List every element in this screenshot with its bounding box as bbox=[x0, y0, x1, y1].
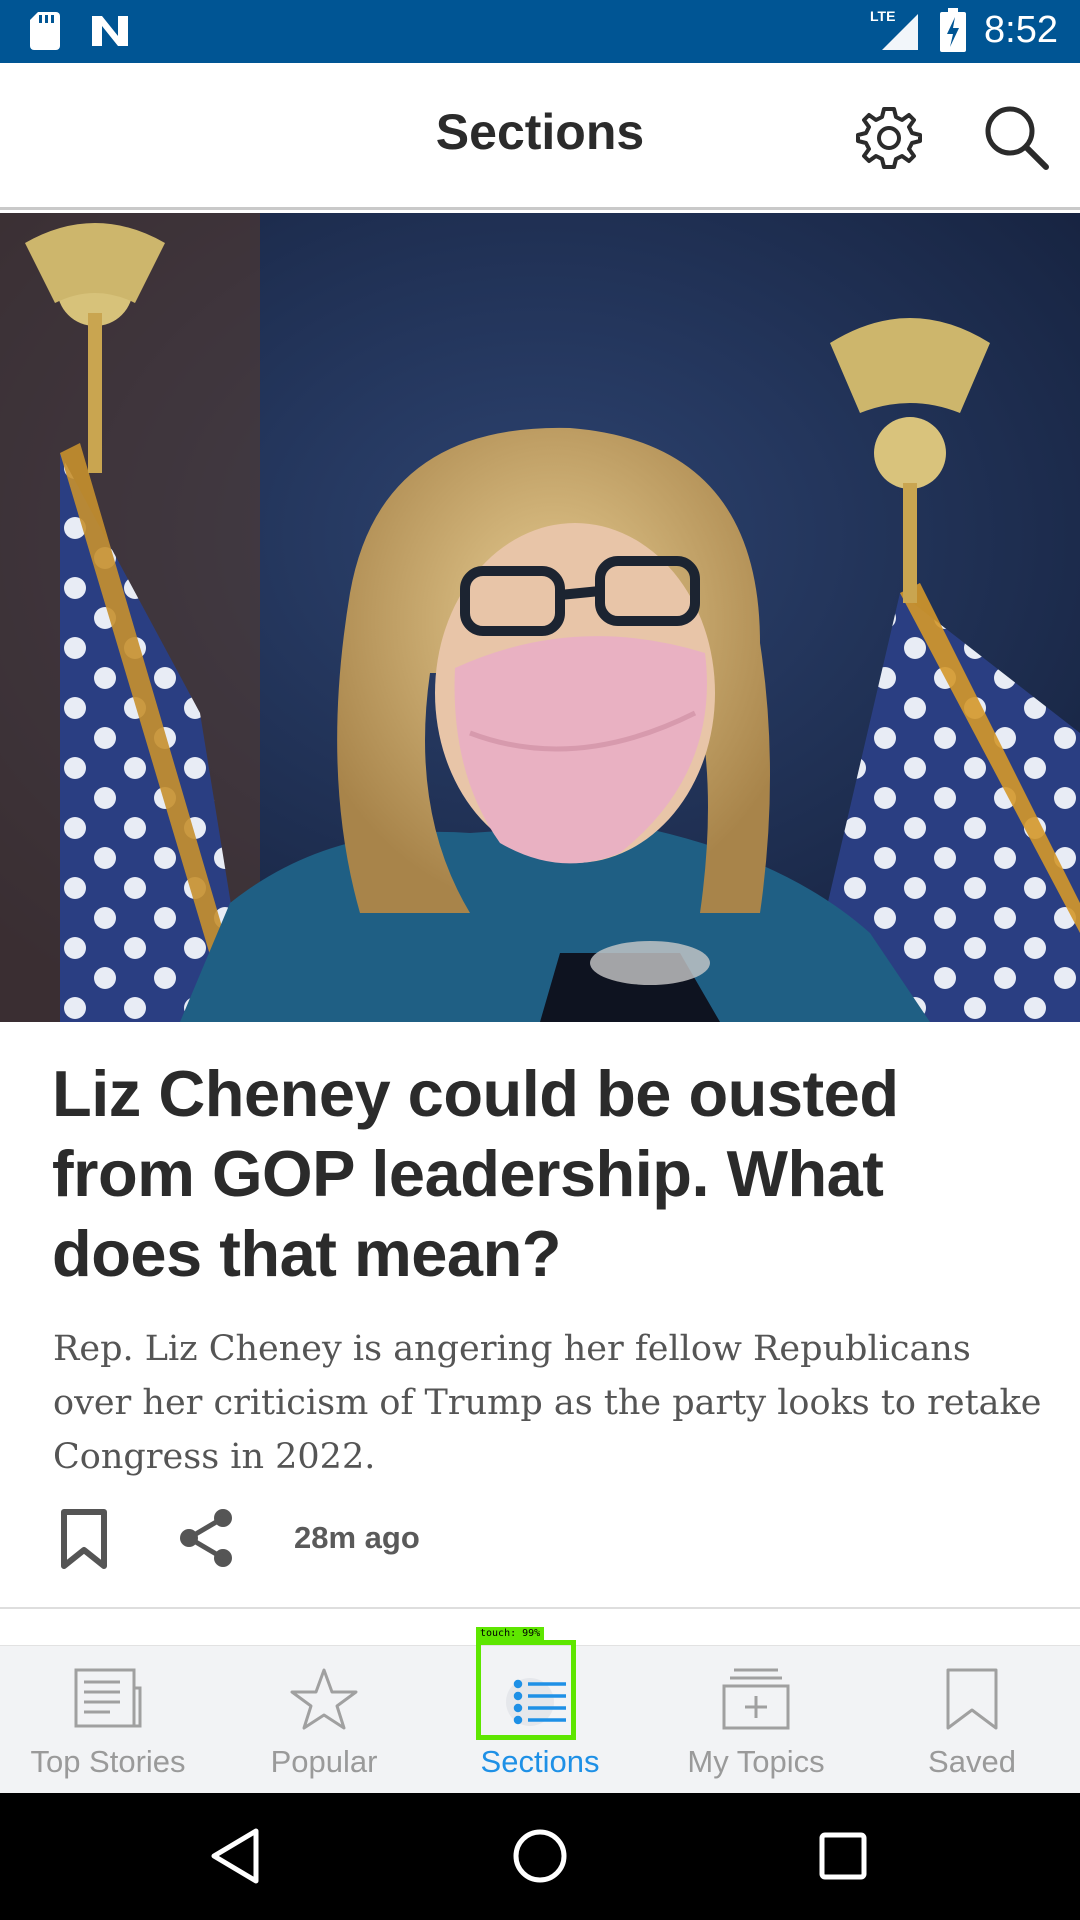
lte-signal-icon: LTE bbox=[870, 8, 922, 52]
clock: 8:52 bbox=[984, 8, 1058, 51]
back-icon[interactable] bbox=[200, 1821, 270, 1891]
nav-label: My Topics bbox=[687, 1744, 825, 1779]
share-button[interactable] bbox=[175, 1506, 239, 1570]
nav-label: Popular bbox=[270, 1744, 378, 1779]
screen: LTE 8:52 Sections Liz Cheney could be ou… bbox=[0, 0, 1080, 1920]
nav-my-topics[interactable]: My Topics bbox=[648, 1646, 864, 1794]
bookmark-button[interactable] bbox=[56, 1508, 112, 1572]
recents-icon[interactable] bbox=[808, 1821, 878, 1891]
system-nav-bar bbox=[0, 1793, 1080, 1920]
touch-indicator-box bbox=[476, 1640, 576, 1740]
article-summary[interactable]: Rep. Liz Cheney is angering her fellow R… bbox=[53, 1322, 1043, 1484]
home-icon[interactable] bbox=[505, 1821, 575, 1891]
article-timestamp: 28m ago bbox=[294, 1520, 420, 1555]
battery-charging-icon bbox=[940, 8, 967, 52]
touch-indicator-label: touch: 99% bbox=[476, 1627, 545, 1641]
divider bbox=[0, 1607, 1080, 1609]
search-icon bbox=[985, 106, 1049, 170]
app-bar: Sections bbox=[0, 63, 1080, 210]
article-meta: 28m ago bbox=[0, 1502, 1080, 1572]
newspaper-icon bbox=[74, 1668, 142, 1728]
bookmark-icon bbox=[61, 1509, 107, 1569]
status-bar: LTE 8:52 bbox=[0, 0, 1080, 63]
search-button[interactable] bbox=[980, 101, 1052, 173]
article-headline[interactable]: Liz Cheney could be ousted from GOP lead… bbox=[52, 1054, 1032, 1294]
nav-label: Sections bbox=[480, 1744, 600, 1779]
star-icon bbox=[290, 1668, 358, 1730]
sd-card-icon bbox=[30, 12, 60, 50]
bookmark-icon bbox=[946, 1668, 998, 1730]
nav-top-stories[interactable]: Top Stories bbox=[0, 1646, 216, 1794]
nav-label: Saved bbox=[928, 1744, 1016, 1779]
nav-popular[interactable]: Popular bbox=[216, 1646, 432, 1794]
article-hero-image[interactable] bbox=[0, 213, 1080, 1022]
nav-label: Top Stories bbox=[30, 1744, 186, 1779]
photo-illustration bbox=[0, 213, 1080, 1022]
share-icon bbox=[180, 1509, 232, 1567]
topics-add-icon bbox=[722, 1668, 790, 1730]
n-logo-icon bbox=[92, 16, 128, 46]
nav-saved[interactable]: Saved bbox=[864, 1646, 1080, 1794]
settings-button[interactable] bbox=[853, 101, 925, 173]
gear-icon bbox=[856, 107, 922, 169]
